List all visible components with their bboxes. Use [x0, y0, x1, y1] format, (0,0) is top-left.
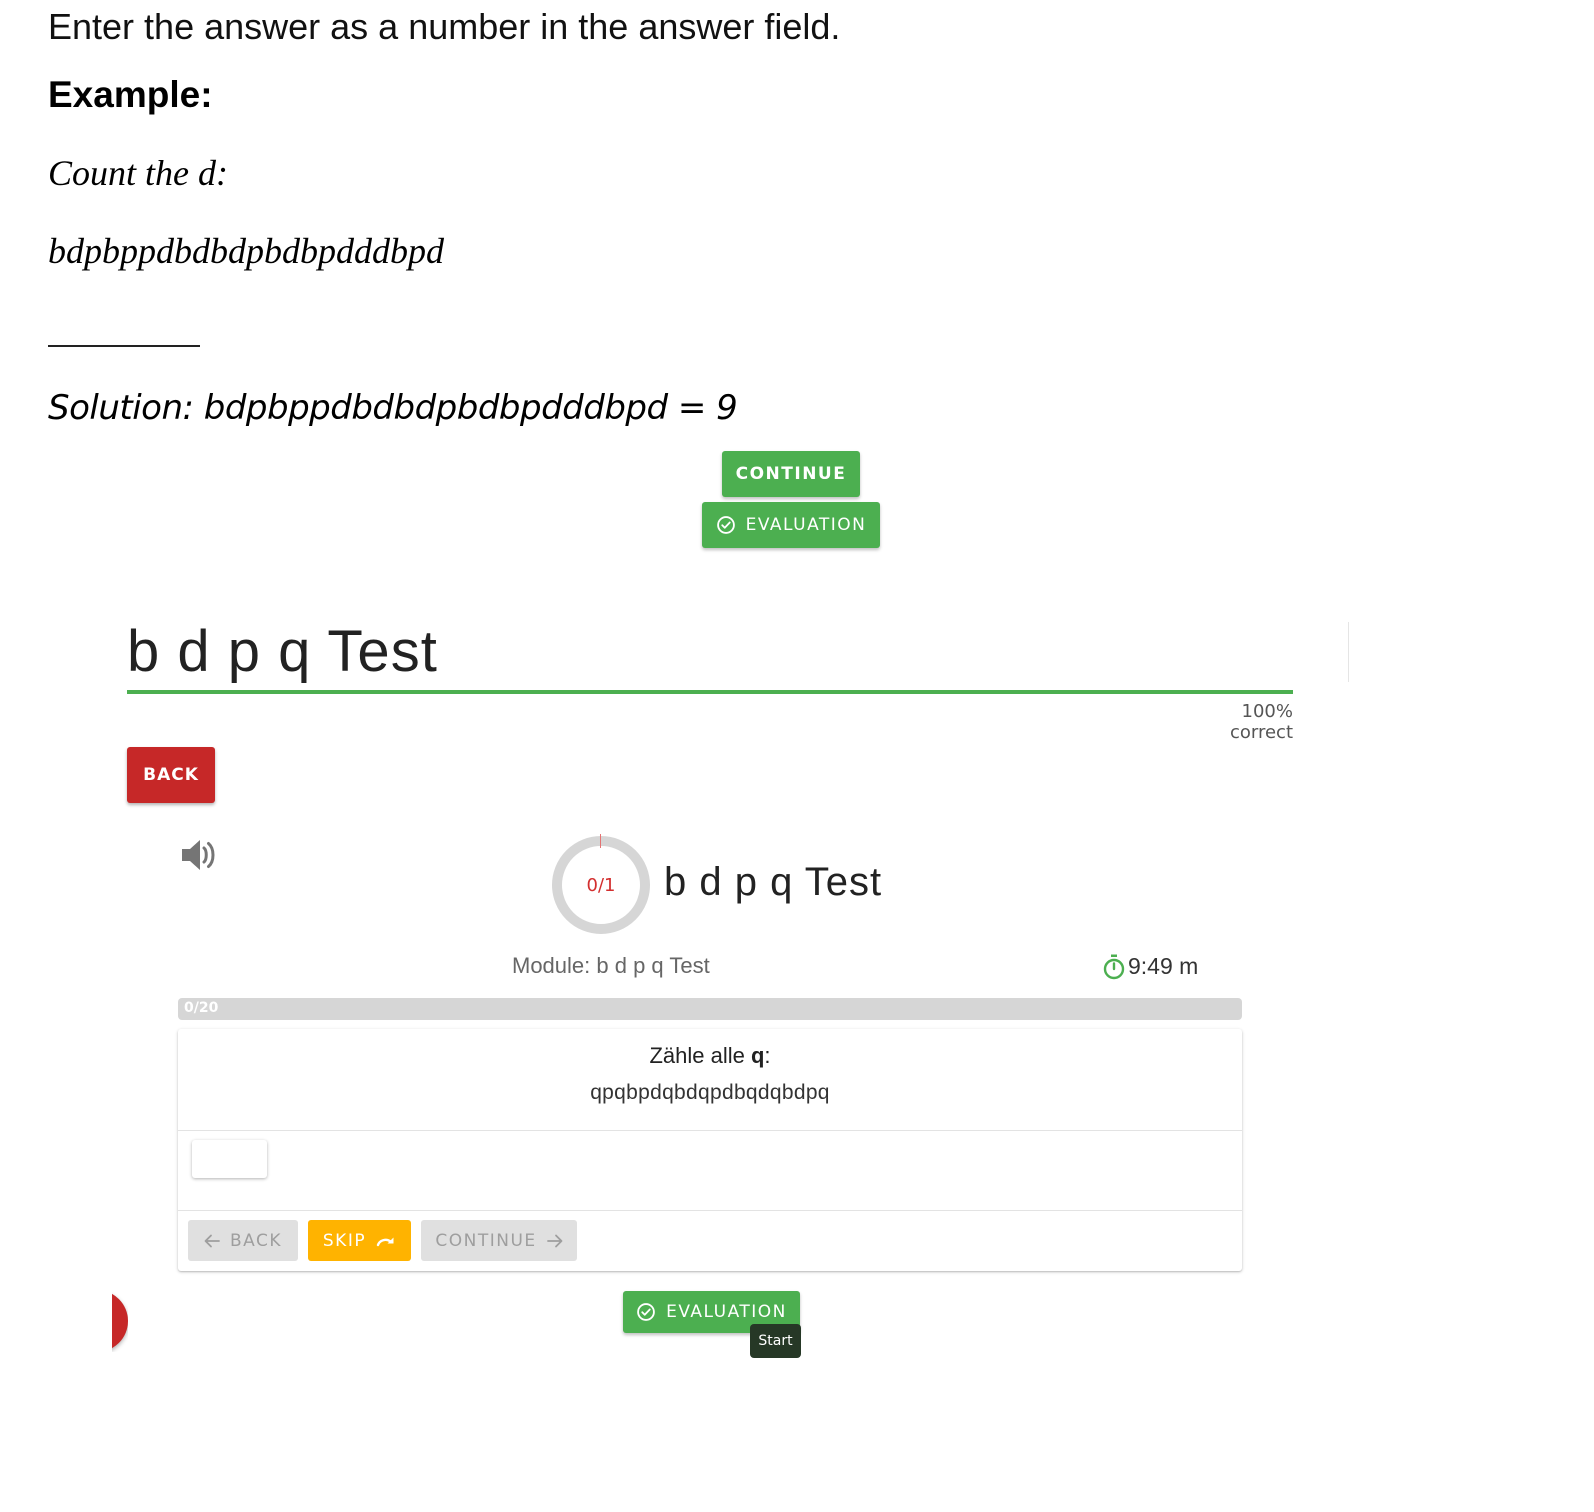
answer-blank-line	[48, 345, 200, 347]
speaker-icon[interactable]	[180, 838, 216, 872]
continue-button[interactable]: CONTINUE	[722, 451, 860, 497]
instruction-heading: Enter the answer as a number in the answ…	[48, 6, 841, 47]
progress-ring: 0/1	[552, 836, 650, 934]
question-letters: qpqbpdqbdqpdbqdqbdpq	[590, 1081, 830, 1104]
question-progress-bar	[178, 998, 1242, 1020]
skip-button[interactable]: SKIP	[308, 1220, 411, 1261]
title-underline	[127, 690, 1293, 694]
question-text: Zähle alle q:	[178, 1043, 1242, 1069]
redo-icon	[376, 1237, 394, 1246]
start-tooltip: Start	[750, 1324, 801, 1358]
progress-ring-label: 0/1	[586, 874, 616, 896]
card-divider	[178, 1210, 1242, 1211]
solution-text: Solution: bdpbppdbdbdpbdbpdddbpd = 9	[48, 388, 738, 428]
back-button-label: BACK	[143, 765, 199, 785]
timer-text: 9:49 m	[1128, 953, 1199, 979]
check-circle-icon	[637, 1303, 655, 1321]
evaluation-button-label: EVALUATION	[745, 515, 867, 535]
evaluation-button[interactable]: EVALUATION	[702, 502, 880, 548]
example-letters: bdpbppdbdbdpbdbpdddbpd	[48, 231, 444, 271]
skip-label: SKIP	[322, 1230, 367, 1251]
card-divider	[178, 1130, 1242, 1131]
floating-action-button[interactable]	[112, 1290, 128, 1352]
arrow-right-icon	[546, 1234, 563, 1247]
arrow-left-icon	[204, 1234, 220, 1247]
nav-back-label: BACK	[229, 1230, 282, 1251]
answer-input[interactable]	[192, 1140, 267, 1178]
progress-ring-marker	[600, 834, 601, 848]
nav-continue-label: CONTINUE	[435, 1230, 537, 1251]
quiz-title: b d p q Test	[664, 860, 883, 904]
timer: 9:49 m	[1102, 953, 1198, 980]
app-title: b d p q Test	[127, 619, 438, 684]
example-label: Example:	[48, 74, 213, 115]
panel-edge-divider	[1348, 622, 1349, 682]
question-prefix: Zähle alle	[649, 1043, 751, 1068]
question-target-letter: q	[750, 1043, 765, 1068]
question-progress-label: 0/20	[184, 1000, 219, 1016]
app-evaluation-label: EVALUATION	[666, 1302, 787, 1322]
nav-back-button[interactable]: BACK	[188, 1220, 298, 1261]
module-label: Module: b d p q Test	[512, 953, 710, 978]
count-prompt: Count the d:	[48, 153, 228, 193]
correct-percentage: 100% correct	[1229, 701, 1293, 743]
check-circle-icon	[716, 516, 735, 534]
nav-continue-button[interactable]: CONTINUE	[421, 1220, 577, 1261]
continue-button-label: CONTINUE	[735, 464, 847, 484]
back-button[interactable]: BACK	[127, 747, 215, 803]
timer-icon	[1103, 954, 1125, 979]
question-suffix: :	[764, 1043, 771, 1068]
